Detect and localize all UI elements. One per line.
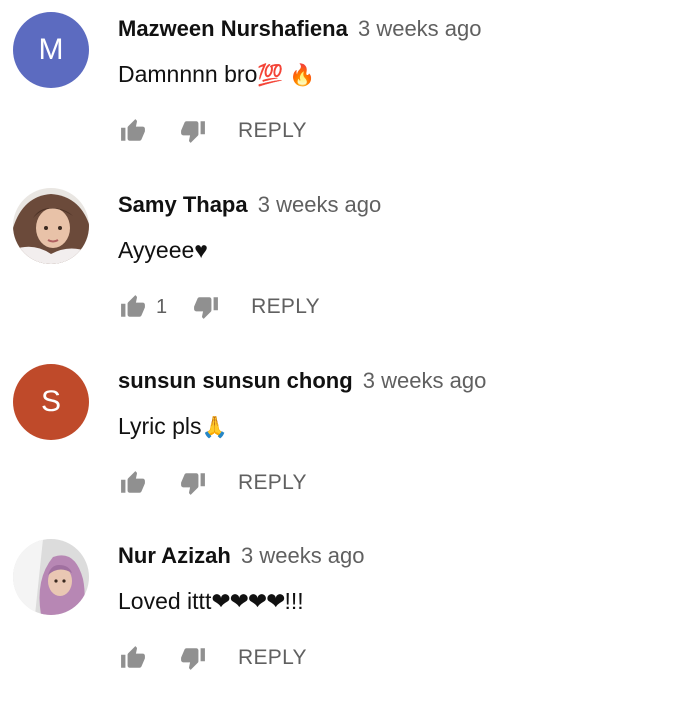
thumbs-up-icon — [121, 295, 145, 317]
thumbs-down-icon — [181, 473, 205, 495]
dislike-button[interactable] — [191, 292, 221, 322]
comment-header: Samy Thapa 3 weeks ago — [118, 192, 381, 218]
dislike-button[interactable] — [178, 468, 208, 498]
thumbs-down-icon — [194, 297, 219, 319]
comment-emoji: 🙏 — [201, 416, 228, 439]
comment-actions: 1 REPLY — [118, 292, 320, 322]
avatar[interactable] — [13, 539, 89, 615]
avatar-letter: S — [40, 385, 61, 418]
avatar[interactable]: S — [13, 364, 89, 440]
thumbs-down-icon — [181, 648, 205, 670]
like-button[interactable] — [118, 468, 148, 498]
author-name[interactable]: sunsun sunsun chong — [118, 368, 353, 393]
comment-header: sunsun sunsun chong 3 weeks ago — [118, 368, 486, 394]
like-button[interactable] — [118, 292, 148, 322]
thumbs-up-icon — [121, 646, 145, 668]
reply-button[interactable]: REPLY — [238, 646, 307, 670]
avatar[interactable] — [13, 188, 89, 264]
comment-actions: REPLY — [118, 116, 307, 146]
thumbs-up-icon — [121, 471, 145, 493]
author-name[interactable]: Nur Azizah — [118, 543, 231, 568]
comment-hearts: ❤❤❤❤ — [211, 588, 285, 614]
comment-item: Nur Azizah 3 weeks ago Loved ittt❤❤❤❤!!!… — [0, 527, 700, 703]
comment-text: Ayyeee♥ — [118, 237, 208, 264]
comment-item: M Mazween Nurshafiena 3 weeks ago Damnnn… — [0, 0, 700, 176]
reply-button[interactable]: REPLY — [251, 295, 320, 319]
comment-timestamp[interactable]: 3 weeks ago — [258, 192, 382, 217]
comment-text: Lyric pls🙏 — [118, 413, 228, 440]
comment-text-body: Loved ittt — [118, 588, 212, 614]
comment-text: Loved ittt❤❤❤❤!!! — [118, 588, 304, 615]
avatar[interactable]: M — [13, 12, 89, 88]
comment-timestamp[interactable]: 3 weeks ago — [241, 543, 365, 568]
comment-actions: REPLY — [118, 468, 307, 498]
profile-photo — [13, 188, 89, 264]
like-button[interactable] — [118, 643, 148, 673]
thumbs-down-icon — [181, 121, 205, 143]
comment-text-body: Damnnnn bro — [118, 61, 258, 87]
author-name[interactable]: Samy Thapa — [118, 192, 248, 217]
author-name[interactable]: Mazween Nurshafiena — [118, 16, 348, 41]
thumbs-up-icon — [121, 119, 145, 141]
dislike-button[interactable] — [178, 643, 208, 673]
like-count: 1 — [156, 295, 168, 318]
comment-timestamp[interactable]: 3 weeks ago — [363, 368, 487, 393]
comment-header: Mazween Nurshafiena 3 weeks ago — [118, 16, 482, 42]
comment-actions: REPLY — [118, 643, 307, 673]
like-button[interactable] — [118, 116, 148, 146]
comment-text: Damnnnn bro💯 🔥 — [118, 61, 316, 88]
comment-item: S sunsun sunsun chong 3 weeks ago Lyric … — [0, 352, 700, 528]
comment-header: Nur Azizah 3 weeks ago — [118, 543, 365, 569]
comment-emoji: 💯 🔥 — [257, 64, 316, 87]
dislike-button[interactable] — [178, 116, 208, 146]
comment-text-suffix: !!! — [284, 588, 304, 614]
avatar-letter: M — [38, 33, 64, 66]
comment-text-body: Lyric pls — [118, 413, 202, 439]
comment-item: Samy Thapa 3 weeks ago Ayyeee♥ 1 REPLY — [0, 176, 700, 352]
profile-photo — [13, 539, 89, 615]
comment-timestamp[interactable]: 3 weeks ago — [358, 16, 482, 41]
comment-text-body: Ayyeee♥ — [118, 237, 208, 263]
reply-button[interactable]: REPLY — [238, 471, 307, 495]
reply-button[interactable]: REPLY — [238, 119, 307, 143]
